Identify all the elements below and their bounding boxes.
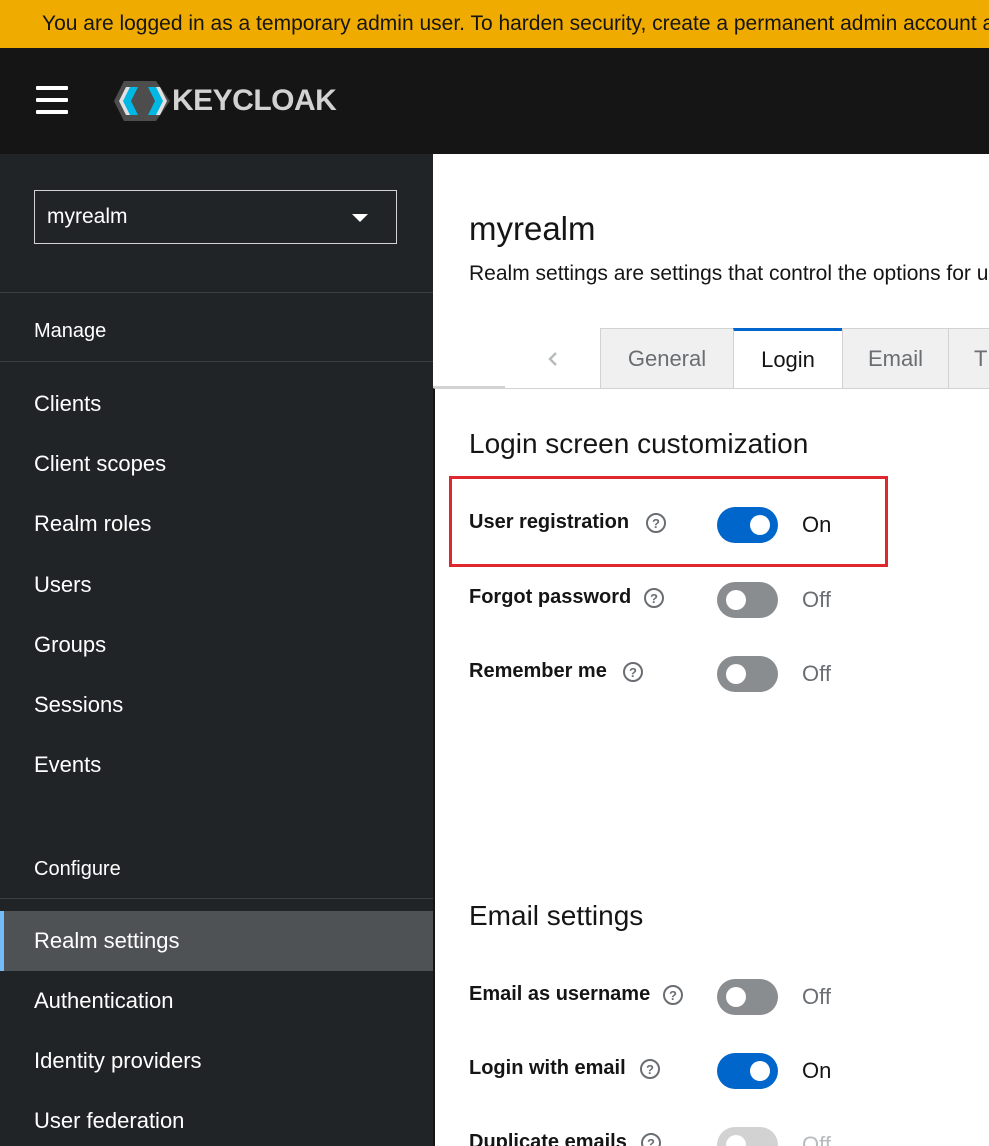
divider [0, 898, 433, 899]
sidebar-item-identity-providers[interactable]: Identity providers [0, 1031, 433, 1091]
email-as-username-switch[interactable] [717, 979, 778, 1015]
sidebar-item-user-federation[interactable]: User federation [0, 1091, 433, 1146]
sidebar-item-realm-settings[interactable]: Realm settings [0, 911, 433, 971]
help-icon[interactable]: ? [646, 513, 666, 533]
login-with-email-switch[interactable] [717, 1053, 778, 1089]
email-as-username-label: Email as username [469, 983, 651, 1005]
help-icon[interactable]: ? [623, 662, 643, 682]
divider [0, 292, 433, 293]
tab-themes[interactable]: Themes [948, 328, 989, 389]
tab-email[interactable]: Email [842, 328, 949, 389]
duplicate-emails-state: Off [802, 1132, 831, 1146]
divider [0, 361, 433, 362]
user-registration-row: User registration ? On [469, 507, 989, 547]
duplicate-emails-label: Duplicate emails [469, 1131, 627, 1146]
keycloak-wordmark: KEYCLOAK [172, 84, 337, 117]
login-screen-customization-heading: Login screen customization [469, 428, 809, 459]
tab-scroll-left-button[interactable] [505, 328, 601, 389]
temporary-admin-warning-banner: You are logged in as a temporary admin u… [0, 0, 989, 48]
page-title: myrealm [469, 210, 596, 247]
forgot-password-state: Off [802, 587, 831, 612]
login-tab-panel [433, 388, 989, 1146]
remember-me-state: Off [802, 661, 831, 686]
email-settings-heading: Email settings [469, 900, 644, 931]
configure-section-title: Configure [34, 858, 121, 880]
forgot-password-row: Forgot password ? Off [469, 582, 989, 622]
remember-me-row: Remember me ? Off [469, 656, 989, 696]
sidebar-item-client-scopes[interactable]: Client scopes [0, 434, 433, 494]
login-with-email-row: Login with email ? On [469, 1053, 989, 1093]
forgot-password-label: Forgot password [469, 586, 632, 608]
banner-text: You are logged in as a temporary admin u… [42, 12, 989, 35]
tab-login[interactable]: Login [733, 328, 843, 389]
duplicate-emails-switch[interactable] [717, 1127, 778, 1146]
keycloak-logo-icon [114, 81, 170, 121]
duplicate-emails-row: Duplicate emails ? Off [469, 1127, 989, 1146]
hamburger-menu-icon[interactable] [36, 86, 68, 114]
login-with-email-label: Login with email [469, 1057, 626, 1079]
caret-down-icon [352, 214, 368, 222]
masthead: KEYCLOAK [0, 48, 989, 154]
realm-settings-tabs: General Login Email Themes [433, 328, 989, 389]
sidebar-item-sessions[interactable]: Sessions [0, 675, 433, 735]
tab-general[interactable]: General [600, 328, 734, 389]
chevron-left-icon [548, 351, 557, 366]
keycloak-logo[interactable]: KEYCLOAK [112, 79, 337, 123]
manage-section-title: Manage [34, 320, 107, 342]
email-as-username-state: Off [802, 984, 831, 1009]
user-registration-switch[interactable] [717, 507, 778, 543]
help-icon[interactable]: ? [663, 985, 683, 1005]
sidebar-item-authentication[interactable]: Authentication [0, 971, 433, 1031]
sidebar-item-realm-roles[interactable]: Realm roles [0, 494, 433, 554]
help-icon[interactable]: ? [644, 588, 664, 608]
email-as-username-row: Email as username ? Off [469, 979, 989, 1019]
remember-me-label: Remember me [469, 660, 607, 682]
sidebar-item-groups[interactable]: Groups [0, 615, 433, 675]
main-content: myrealm Realm settings are settings that… [433, 154, 989, 1146]
login-with-email-state: On [802, 1058, 832, 1083]
sidebar-nav: myrealm Manage Clients Client scopes Rea… [0, 154, 433, 1146]
sidebar-item-events[interactable]: Events [0, 735, 433, 795]
user-registration-state: On [802, 512, 832, 537]
forgot-password-switch[interactable] [717, 582, 778, 618]
user-registration-label: User registration [469, 511, 630, 533]
page-description: Realm settings are settings that control… [469, 262, 989, 285]
sidebar-item-clients[interactable]: Clients [0, 374, 433, 434]
sidebar-item-users[interactable]: Users [0, 555, 433, 615]
help-icon[interactable]: ? [640, 1059, 660, 1079]
help-icon[interactable]: ? [641, 1133, 661, 1146]
realm-selector[interactable]: myrealm [34, 190, 397, 244]
realm-selector-value: myrealm [47, 205, 128, 228]
remember-me-switch[interactable] [717, 656, 778, 692]
